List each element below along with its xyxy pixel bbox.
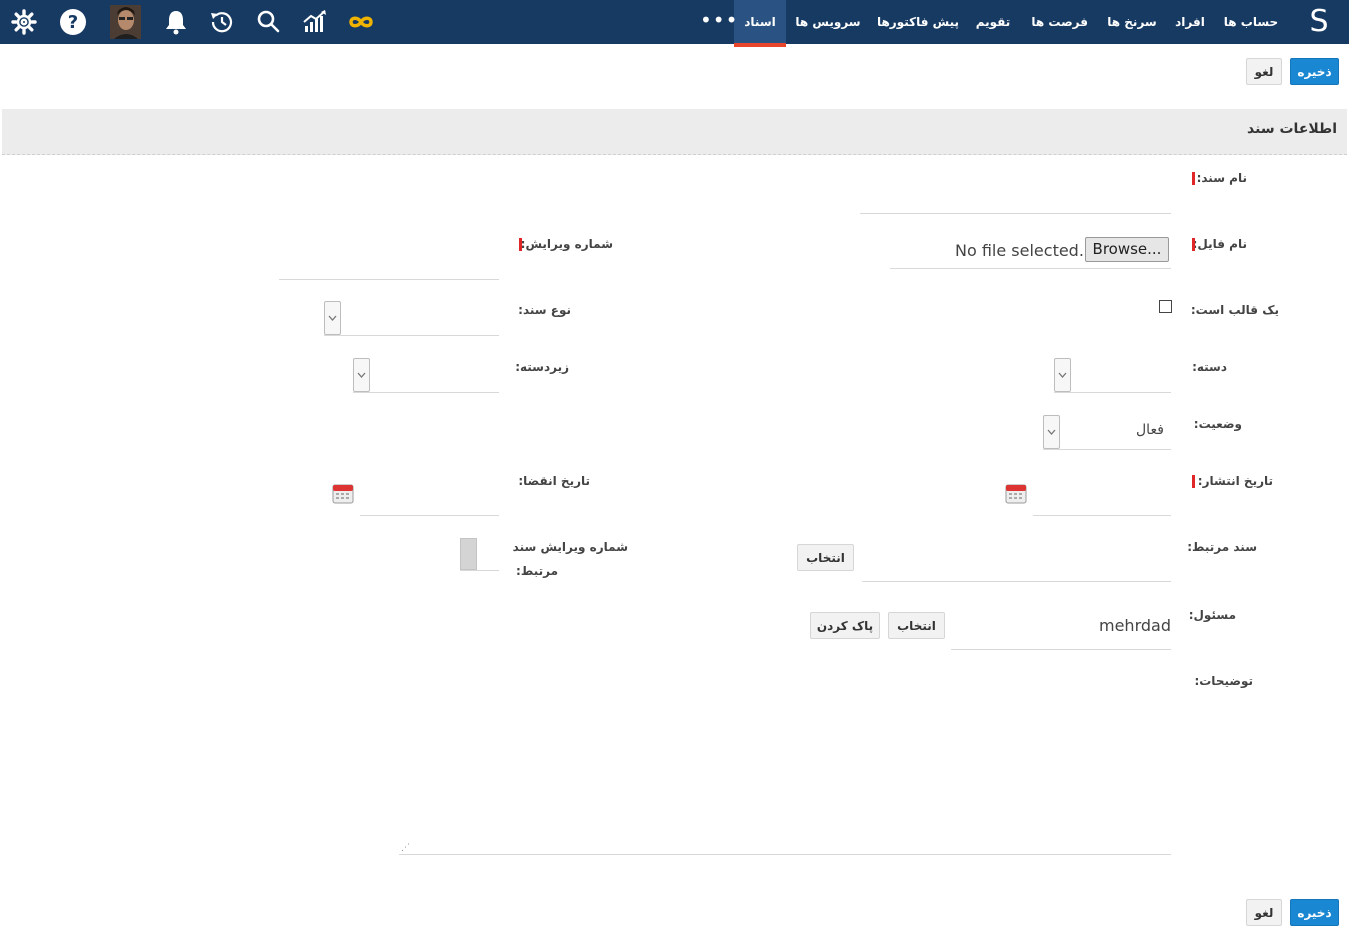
doc-name-input[interactable] [860,213,1171,214]
bell-icon[interactable] [162,8,190,36]
category-select[interactable] [1054,358,1071,392]
nav-services[interactable]: سرویس ها [795,0,861,44]
settings-icon[interactable] [10,8,38,36]
related-revision-label: شماره ویرایش سند [512,540,628,554]
status-label: وضعیت: [1193,417,1242,431]
doc-name-label: نام سند: [1196,171,1247,185]
file-status-text: No file selected. [955,241,1084,260]
publish-date-input[interactable] [1033,515,1171,516]
status-value: فعال [1136,422,1164,438]
expire-date-input[interactable] [360,515,499,516]
related-revision-label-line2: مرتبط: [516,564,558,578]
subcategory-label: زیردسته: [515,360,569,374]
history-icon[interactable] [208,8,236,36]
revision-no-label: شماره ویرایش: [520,237,613,251]
doc-type-underline [324,335,499,336]
status-select[interactable] [1043,415,1060,449]
related-doc-select-button[interactable]: انتخاب [797,544,854,571]
owner-underline [951,649,1171,650]
nav-documents[interactable]: اسناد [734,0,786,47]
description-textarea[interactable] [399,854,1171,855]
owner-clear-button[interactable]: پاک کردن [810,612,880,639]
cancel-button-bottom[interactable]: لغو [1246,899,1282,926]
subcategory-underline [353,392,499,393]
browse-button[interactable]: Browse... [1085,237,1169,262]
related-revision-select [460,538,477,570]
nav-calendar[interactable]: تقویم [973,0,1013,44]
owner-select-button[interactable]: انتخاب [888,612,945,639]
save-button-top[interactable]: ذخیره [1290,58,1339,85]
nav-opportunities[interactable]: فرصت ها [1031,0,1088,44]
help-icon[interactable]: ? [59,8,87,36]
required-marker [1192,238,1195,251]
nav-quotes[interactable]: پیش فاکتورها [877,0,959,44]
file-name-underline [890,268,1171,269]
revision-no-input[interactable] [279,279,499,280]
required-marker [519,238,522,251]
status-underline [1043,449,1171,450]
required-marker [1192,475,1195,488]
svg-text:?: ? [68,12,78,33]
related-revision-underline [460,570,499,571]
description-label: توضیحات: [1194,674,1253,688]
related-doc-label: سند مرتبط: [1187,540,1257,554]
subcategory-select[interactable] [353,358,370,392]
category-underline [1054,392,1171,393]
expire-date-label: تاریخ انقضا: [518,474,590,488]
nav-accounts[interactable]: حساب ها [1221,0,1281,44]
nav-contacts[interactable]: افراد [1173,0,1207,44]
cancel-button-top[interactable]: لغو [1246,58,1282,85]
search-icon[interactable] [254,8,282,36]
avatar[interactable] [110,5,141,39]
owner-label: مسئول: [1188,608,1236,622]
owner-value: mehrdad [1099,616,1171,635]
infinity-icon[interactable] [347,8,375,36]
top-navigation-bar: S حساب ها افراد سرنخ ها فرصت ها تقویم پی… [0,0,1349,47]
resize-handle-icon[interactable]: ⋰ [401,843,410,853]
required-marker [1192,172,1195,185]
file-name-label: نام فایل: [1192,237,1247,251]
publish-date-label: تاریخ انتشار: [1197,474,1273,488]
related-doc-input[interactable] [862,581,1171,582]
doc-type-label: نوع سند: [518,303,571,317]
expire-date-calendar-icon[interactable] [332,482,354,504]
nav-leads[interactable]: سرنخ ها [1107,0,1157,44]
is-template-checkbox[interactable] [1159,300,1172,313]
doc-type-select[interactable] [324,301,341,335]
more-menu-icon[interactable]: ••• [700,0,737,44]
chart-icon[interactable] [301,8,329,36]
publish-date-calendar-icon[interactable] [1005,482,1027,504]
is-template-label: یک قالب است: [1190,303,1279,317]
save-button-bottom[interactable]: ذخیره [1290,899,1339,926]
section-title: اطلاعات سند [1247,121,1337,137]
app-logo[interactable]: S [1307,4,1331,40]
section-header: اطلاعات سند [2,109,1347,155]
category-label: دسته: [1192,360,1227,374]
